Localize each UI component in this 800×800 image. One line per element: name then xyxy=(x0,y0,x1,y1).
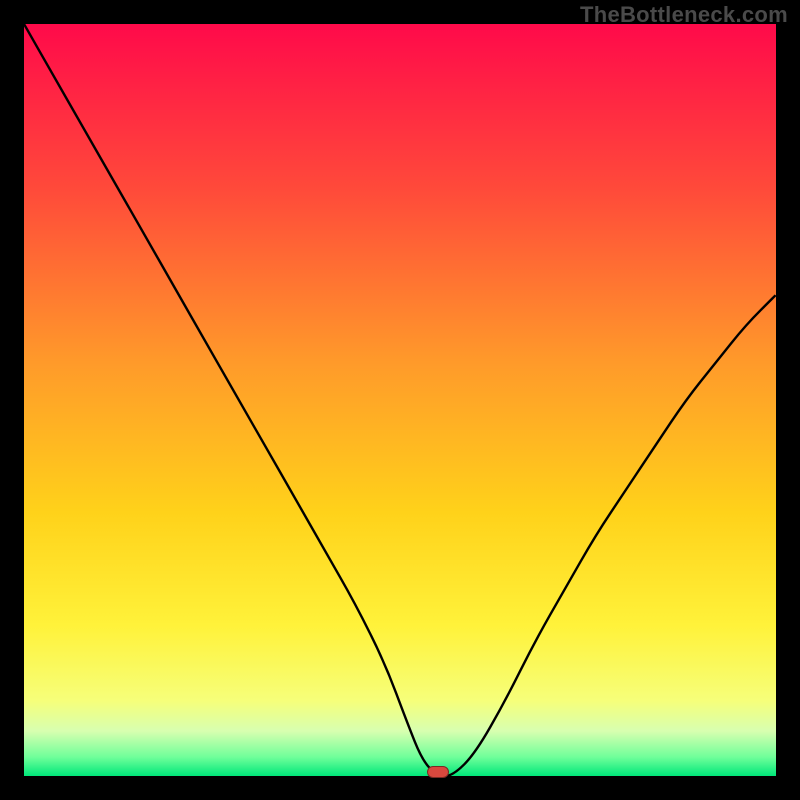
watermark-text: TheBottleneck.com xyxy=(580,2,788,28)
plot-area xyxy=(24,24,776,776)
gradient-background xyxy=(24,24,776,776)
chart-frame: TheBottleneck.com xyxy=(0,0,800,800)
plot-svg xyxy=(24,24,776,776)
optimal-point-marker xyxy=(427,766,449,778)
